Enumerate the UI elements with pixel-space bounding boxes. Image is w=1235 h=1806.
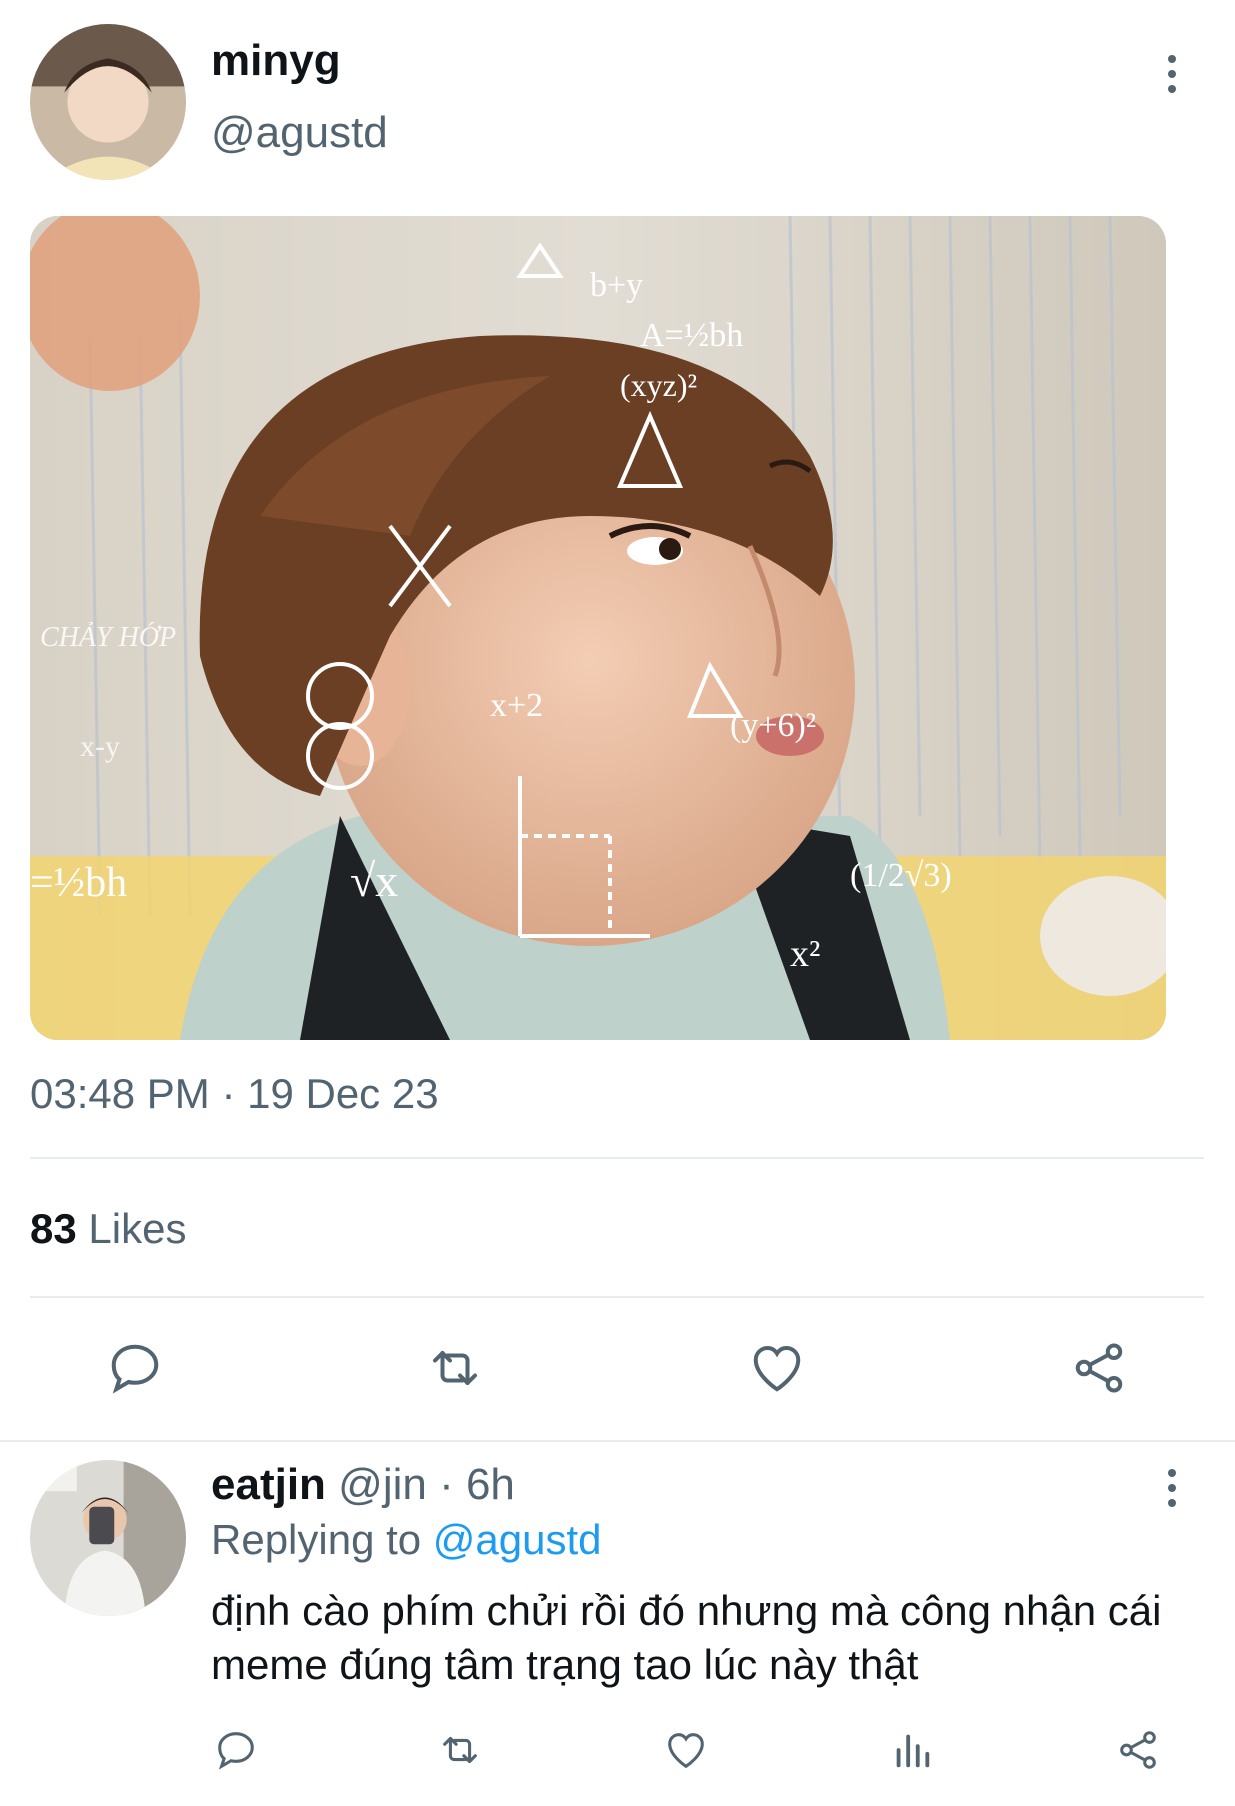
retweet-button[interactable] [420,1336,490,1400]
media-eq-8: (1/2√3) [850,857,952,894]
more-vertical-icon[interactable] [1152,44,1192,104]
likes-count[interactable]: 83 Likes [30,1205,186,1253]
media-eq-1: A=½bh [640,317,743,354]
reply-views-button[interactable] [886,1724,938,1776]
media-watermark: CHẢY HỚP [40,622,176,653]
author-name[interactable]: minyg [211,36,341,86]
reply-author-avatar[interactable] [30,1460,186,1616]
retweet-icon [443,1736,477,1764]
comment-icon [218,1732,254,1770]
share-button[interactable] [1064,1336,1134,1400]
reply-text: định cào phím chửi rồi đó nhưng mà công … [211,1587,1162,1688]
likes-label: Likes [88,1205,187,1252]
replying-to-line: Replying to @agustd [211,1516,602,1564]
reply-time[interactable]: · 6h [439,1460,515,1509]
media-eq-6: x² [790,933,820,975]
replying-prefix: Replying to [211,1516,422,1563]
divider [0,1440,1235,1442]
media-eq-9: √x [350,855,398,906]
tweet-timestamp[interactable]: 03:48 PM · 19 Dec 23 [30,1070,439,1118]
reply-share-button[interactable] [1112,1724,1164,1776]
divider [30,1157,1204,1159]
tweet-image[interactable]: CHẢY HỚP A=½bh (xyz)² b+y x+2 (y+6)² x² … [30,216,1166,1040]
heart-icon [753,1345,801,1392]
share-icon [1075,1343,1123,1393]
author-avatar[interactable] [30,24,186,180]
reply-like-button[interactable] [660,1724,712,1776]
reply-retweet-button[interactable] [434,1724,486,1776]
media-eq-4: x+2 [490,687,543,724]
reply-author-name[interactable]: eatjin [211,1460,326,1509]
media-eq-10: x-y [80,730,120,763]
media-eq-2: (xyz)² [620,367,697,403]
retweet-icon [433,1351,477,1385]
like-button[interactable] [742,1336,812,1400]
reply-comment-button[interactable] [210,1724,262,1776]
reply-header: eatjin @jin · 6h [211,1460,515,1510]
reply-button[interactable] [100,1336,170,1400]
heart-icon [668,1733,704,1769]
comment-icon [111,1344,159,1394]
analytics-icon [896,1734,930,1768]
replying-to-link[interactable]: @agustd [433,1516,602,1563]
likes-number: 83 [30,1205,77,1252]
media-eq-5: (y+6)² [730,707,816,744]
media-eq-7: =½bh [30,860,127,906]
share-icon [1120,1731,1156,1769]
more-vertical-icon[interactable] [1152,1458,1192,1518]
author-handle[interactable]: @agustd [211,108,388,158]
reply-author-handle[interactable]: @jin [338,1460,427,1509]
media-eq-3: b+y [590,267,643,304]
divider [30,1296,1204,1298]
